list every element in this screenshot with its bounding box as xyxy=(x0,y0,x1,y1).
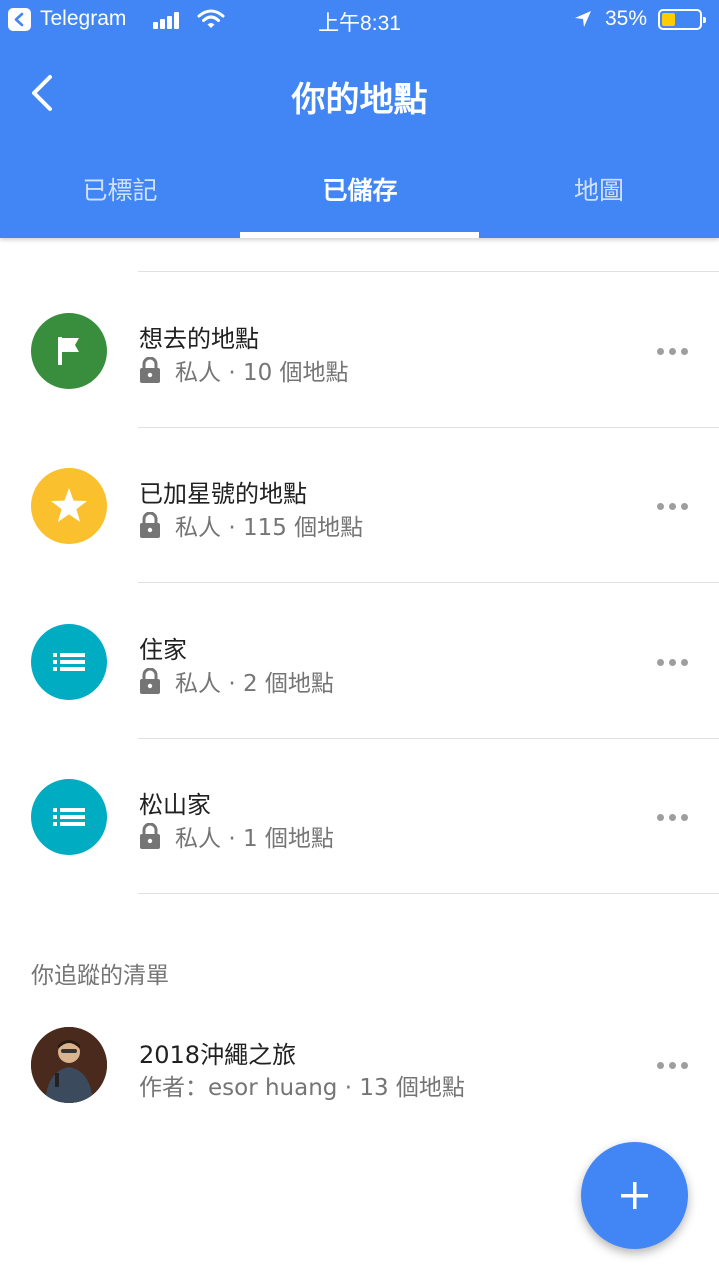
status-bar: Telegram 上午8:31 35% xyxy=(0,0,719,40)
more-options-icon[interactable] xyxy=(652,486,692,526)
divider xyxy=(138,271,719,272)
followed-list-item[interactable]: 2018沖繩之旅 作者：esor huang · 13 個地點 xyxy=(0,987,719,1107)
separator: · xyxy=(228,360,236,386)
app-header: Telegram 上午8:31 35% 你的地點 已標記 已儲存 地圖 xyxy=(0,0,719,238)
list-icon-circle xyxy=(31,313,107,389)
battery-percent: 35% xyxy=(605,7,648,30)
list-title: 松山家 xyxy=(139,791,211,819)
separator: · xyxy=(228,671,236,697)
list-meta: 作者：esor huang · 13 個地點 xyxy=(139,1068,465,1102)
list-meta: 私人 · 115 個地點 xyxy=(139,508,363,542)
list-item-home[interactable]: 住家 私人 · 2 個地點 xyxy=(0,584,719,738)
list-item-want-to-go[interactable]: 想去的地點 私人 · 10 個地點 xyxy=(0,273,719,427)
tab-labeled[interactable]: 已標記 xyxy=(0,160,240,238)
place-count: 2 個地點 xyxy=(242,671,334,697)
location-arrow-icon xyxy=(575,11,591,27)
privacy-label: 私人 xyxy=(175,360,221,386)
more-options-icon[interactable] xyxy=(652,797,692,837)
tab-saved[interactable]: 已儲存 xyxy=(240,160,480,238)
avatar xyxy=(31,1027,107,1103)
lock-icon xyxy=(140,668,160,694)
plus-icon xyxy=(621,1182,648,1209)
divider xyxy=(138,893,719,894)
list-icon-circle xyxy=(31,779,107,855)
star-icon xyxy=(51,488,87,522)
more-options-icon[interactable] xyxy=(652,1045,692,1085)
list-title: 住家 xyxy=(139,636,187,664)
list-item-starred[interactable]: 已加星號的地點 私人 · 115 個地點 xyxy=(0,428,719,582)
place-count: 1 個地點 xyxy=(242,826,334,852)
list-icon-circle xyxy=(31,468,107,544)
separator: · xyxy=(228,515,236,541)
list-title: 2018沖繩之旅 xyxy=(139,1041,297,1069)
more-options-icon[interactable] xyxy=(652,642,692,682)
lock-icon xyxy=(140,512,160,538)
place-count: 115 個地點 xyxy=(242,515,364,541)
list-icon xyxy=(53,808,85,826)
place-count: 13 個地點 xyxy=(359,1075,465,1101)
add-list-button[interactable] xyxy=(581,1142,688,1249)
tab-map[interactable]: 地圖 xyxy=(479,160,719,238)
author-name: esor huang xyxy=(208,1075,338,1101)
place-count: 10 個地點 xyxy=(242,360,349,386)
list-item-songshan-home[interactable]: 松山家 私人 · 1 個地點 xyxy=(0,739,719,893)
list-title: 已加星號的地點 xyxy=(139,480,307,508)
privacy-label: 私人 xyxy=(175,826,221,852)
tab-bar: 已標記 已儲存 地圖 xyxy=(0,160,719,238)
battery-icon xyxy=(658,9,706,30)
author-label: 作者： xyxy=(139,1075,208,1101)
page-title: 你的地點 xyxy=(291,80,428,120)
more-options-icon[interactable] xyxy=(652,331,692,371)
separator: · xyxy=(344,1075,353,1101)
list-meta: 私人 · 1 個地點 xyxy=(139,819,334,853)
list-icon xyxy=(53,653,85,671)
list-title: 想去的地點 xyxy=(139,325,259,353)
section-label-followed: 你追蹤的清單 xyxy=(31,963,169,989)
separator: · xyxy=(228,826,236,852)
list-icon-circle xyxy=(31,624,107,700)
lock-icon xyxy=(140,823,160,849)
privacy-label: 私人 xyxy=(175,671,221,697)
list-meta: 私人 · 2 個地點 xyxy=(139,664,334,698)
flag-icon xyxy=(58,337,79,365)
divider xyxy=(138,582,719,583)
lock-icon xyxy=(140,357,160,383)
active-tab-indicator xyxy=(240,232,479,238)
privacy-label: 私人 xyxy=(175,515,221,541)
list-meta: 私人 · 10 個地點 xyxy=(139,353,349,387)
